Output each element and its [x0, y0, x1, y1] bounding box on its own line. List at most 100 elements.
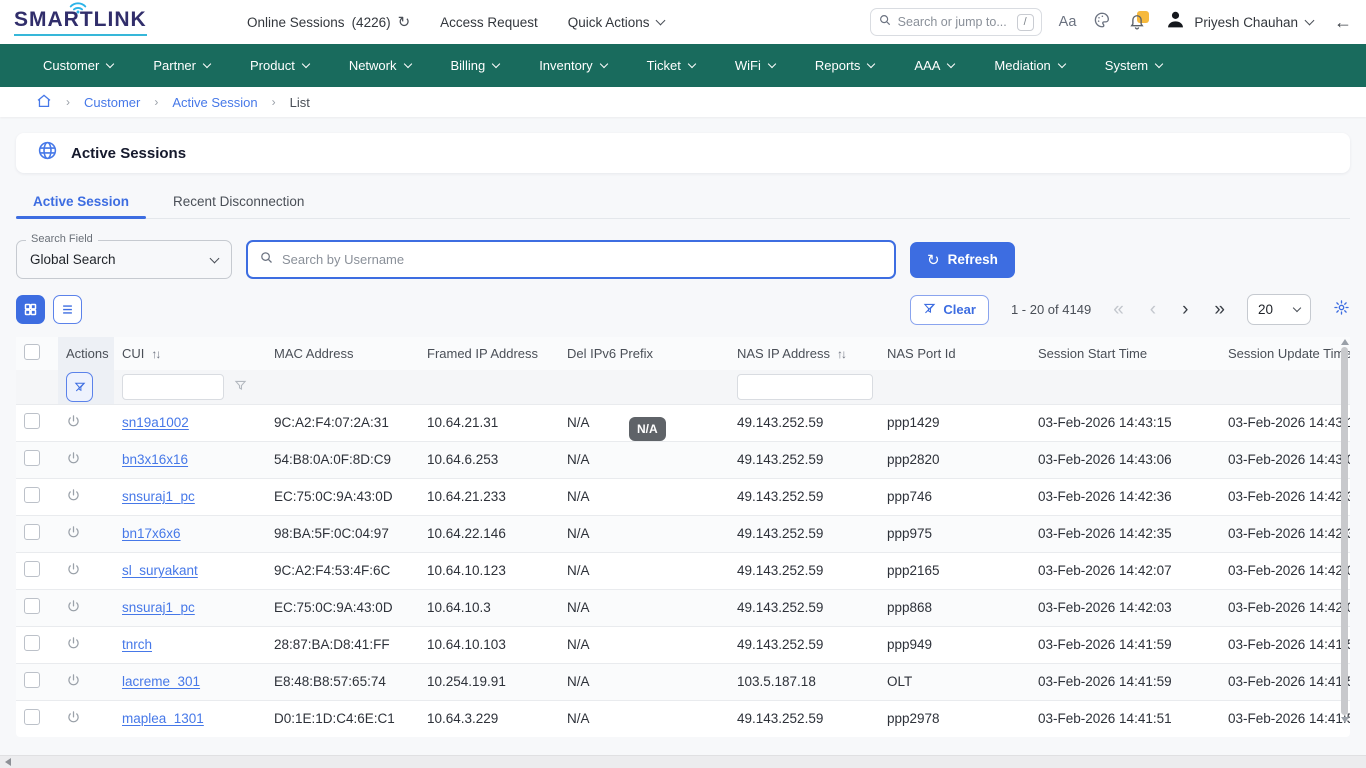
cui-link[interactable]: bn3x16x16 — [122, 452, 188, 467]
search-field-select[interactable]: Search Field Global Search — [16, 240, 232, 279]
table-row: maplea_1301 D0:1E:1D:C4:6E:C1 10.64.3.22… — [16, 700, 1350, 737]
sort-icon[interactable]: ↑↓ — [151, 347, 159, 361]
nav-item-network[interactable]: Network — [332, 58, 428, 73]
row-checkbox[interactable] — [24, 487, 40, 503]
nav-item-customer[interactable]: Customer — [26, 58, 130, 73]
notifications-bell-icon[interactable] — [1128, 12, 1148, 32]
disconnect-power-button[interactable] — [66, 491, 81, 506]
nav-item-mediation[interactable]: Mediation — [977, 58, 1081, 73]
table-row: bn3x16x16 54:B8:0A:0F:8D:C9 10.64.6.253 … — [16, 441, 1350, 478]
cui-link[interactable]: snsuraj1_pc — [122, 600, 195, 615]
tab-active-session[interactable]: Active Session — [16, 186, 146, 218]
page-size-select[interactable]: 20 — [1247, 294, 1311, 325]
row-checkbox[interactable] — [24, 561, 40, 577]
nav-item-partner[interactable]: Partner — [136, 58, 227, 73]
cui-link[interactable]: sl_suryakant — [122, 563, 198, 578]
row-checkbox[interactable] — [24, 598, 40, 614]
cui-link[interactable]: lacreme_301 — [122, 674, 200, 689]
cui-link[interactable]: tnrch — [122, 637, 152, 652]
session-start-cell: 03-Feb-2026 14:43:15 — [1030, 404, 1220, 441]
table-settings-gear-icon[interactable] — [1333, 299, 1350, 321]
last-page-button[interactable]: » — [1214, 300, 1225, 319]
user-menu[interactable]: Priyesh Chauhan — [1165, 9, 1313, 35]
disconnect-power-button[interactable] — [66, 454, 81, 469]
chevron-down-icon — [203, 60, 211, 68]
nav-item-product[interactable]: Product — [233, 58, 326, 73]
nav-item-wifi[interactable]: WiFi — [718, 58, 792, 73]
list-view-button[interactable] — [53, 295, 82, 324]
breadcrumb-list[interactable]: List — [290, 95, 310, 110]
table-vertical-scrollbar[interactable] — [1340, 339, 1349, 723]
nav-item-system[interactable]: System — [1088, 58, 1179, 73]
mac-address-cell: 98:BA:5F:0C:04:97 — [266, 515, 419, 552]
row-checkbox[interactable] — [24, 524, 40, 540]
username-search-box[interactable] — [246, 240, 896, 279]
grid-view-button[interactable] — [16, 295, 45, 324]
global-search-box[interactable]: / — [870, 8, 1042, 36]
theme-palette-icon[interactable] — [1093, 11, 1111, 34]
nas-port-cell: ppp746 — [879, 478, 1030, 515]
home-icon[interactable] — [36, 93, 52, 112]
chevron-down-icon — [1305, 16, 1315, 26]
cui-link[interactable]: bn17x6x6 — [122, 526, 181, 541]
quick-actions-menu[interactable]: Quick Actions — [568, 15, 664, 30]
filter-funnel-icon[interactable] — [230, 380, 247, 395]
column-header-nas-ip[interactable]: NAS IP Address↑↓ — [729, 337, 879, 370]
cui-link[interactable]: snsuraj1_pc — [122, 489, 195, 504]
select-all-checkbox[interactable] — [24, 344, 40, 360]
disconnect-power-button[interactable] — [66, 713, 81, 728]
page-horizontal-scrollbar[interactable] — [0, 755, 1366, 768]
global-search-input[interactable] — [898, 15, 1011, 29]
breadcrumb-active-session[interactable]: Active Session — [172, 95, 257, 110]
table-horizontal-scrollbar[interactable]: Actions CUI↑↓ MAC Address Framed IP Addr… — [16, 337, 1350, 737]
tab-recent-disconnection[interactable]: Recent Disconnection — [156, 186, 321, 218]
row-checkbox[interactable] — [24, 635, 40, 651]
cui-link[interactable]: maplea_1301 — [122, 711, 204, 726]
scroll-up-arrow[interactable] — [1341, 339, 1349, 345]
nav-item-ticket[interactable]: Ticket — [630, 58, 712, 73]
username-search-input[interactable] — [282, 252, 883, 267]
row-checkbox[interactable] — [24, 672, 40, 688]
table-row: snsuraj1_pc EC:75:0C:9A:43:0D 10.64.21.2… — [16, 478, 1350, 515]
nav-item-reports[interactable]: Reports — [798, 58, 892, 73]
nas-port-cell: OLT — [879, 663, 1030, 700]
text-size-button[interactable]: Aa — [1059, 14, 1077, 30]
sessions-table-card: Actions CUI↑↓ MAC Address Framed IP Addr… — [16, 337, 1350, 737]
next-page-button[interactable]: › — [1182, 300, 1188, 319]
nav-item-inventory[interactable]: Inventory — [522, 58, 623, 73]
row-checkbox[interactable] — [24, 450, 40, 466]
cui-link[interactable]: sn19a1002 — [122, 415, 189, 430]
disconnect-power-button[interactable] — [66, 602, 81, 617]
chevron-down-icon — [1155, 60, 1163, 68]
disconnect-power-button[interactable] — [66, 676, 81, 691]
brand-logo[interactable]: SMARTLINK — [14, 8, 199, 36]
nav-item-billing[interactable]: Billing — [434, 58, 517, 73]
filter-toggle-button[interactable] — [66, 372, 93, 402]
access-request-link[interactable]: Access Request — [440, 15, 538, 30]
row-checkbox[interactable] — [24, 413, 40, 429]
nas-ip-filter-input[interactable] — [737, 374, 873, 400]
scroll-down-arrow[interactable] — [1341, 717, 1349, 723]
sort-icon[interactable]: ↑↓ — [837, 347, 845, 361]
disconnect-power-button[interactable] — [66, 417, 81, 432]
disconnect-power-button[interactable] — [66, 565, 81, 580]
breadcrumb-customer[interactable]: Customer — [84, 95, 140, 110]
collapse-arrow-icon[interactable]: ← — [1334, 12, 1352, 33]
chevron-down-icon — [867, 60, 875, 68]
active-sessions-table: Actions CUI↑↓ MAC Address Framed IP Addr… — [16, 337, 1350, 737]
online-sessions-link[interactable]: Online Sessions (4226) ↻ — [247, 13, 410, 31]
column-header-cui[interactable]: CUI↑↓ — [114, 337, 266, 370]
prev-page-button[interactable]: ‹ — [1150, 300, 1156, 319]
scroll-left-arrow[interactable] — [5, 758, 11, 766]
table-row: tnrch 28:87:BA:D8:41:FF 10.64.10.103 N/A… — [16, 626, 1350, 663]
row-checkbox[interactable] — [24, 709, 40, 725]
clear-filters-button[interactable]: Clear — [910, 295, 989, 325]
refresh-button[interactable]: ↻ Refresh — [910, 242, 1015, 278]
cui-filter-input[interactable] — [122, 374, 224, 400]
first-page-button[interactable]: « — [1113, 300, 1124, 319]
disconnect-power-button[interactable] — [66, 528, 81, 543]
disconnect-power-button[interactable] — [66, 639, 81, 654]
refresh-sessions-icon[interactable]: ↻ — [398, 13, 411, 31]
chevron-down-icon — [210, 253, 220, 263]
nav-item-aaa[interactable]: AAA — [897, 58, 971, 73]
